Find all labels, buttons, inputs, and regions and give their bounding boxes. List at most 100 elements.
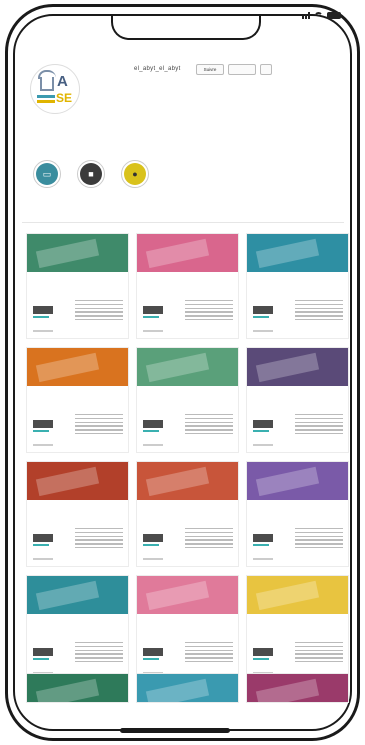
post-tile[interactable] — [136, 575, 239, 681]
profile-tabs — [22, 222, 344, 232]
post-text-lines — [295, 414, 343, 437]
post-chip-accent — [143, 430, 159, 432]
post-chip — [253, 648, 273, 656]
highlight-ring: ● — [121, 160, 149, 188]
post-tile[interactable] — [26, 575, 129, 681]
post-tile[interactable] — [136, 347, 239, 453]
post-text-lines — [75, 414, 123, 437]
post-tile[interactable] — [246, 233, 349, 339]
highlight-item[interactable]: ▭ — [30, 160, 64, 191]
highlight-item[interactable]: ■ — [74, 160, 108, 191]
monitor-icon: ▭ — [36, 163, 58, 185]
post-tile[interactable] — [136, 673, 239, 703]
posts-grid — [26, 233, 349, 681]
post-image — [27, 674, 128, 702]
profile-header: A SE el_abyt_el_abyt Suivre — [30, 58, 330, 158]
post-chip — [143, 420, 163, 428]
home-indicator[interactable] — [120, 728, 230, 733]
logo-letters-se: SE — [56, 91, 73, 105]
post-chip — [253, 420, 273, 428]
post-tile[interactable] — [246, 347, 349, 453]
post-footer — [253, 444, 273, 446]
post-footer — [143, 558, 163, 560]
post-chip — [253, 306, 273, 314]
post-text-lines — [75, 300, 123, 323]
post-text-lines — [185, 300, 233, 323]
post-text-lines — [185, 528, 233, 551]
post-chip — [253, 534, 273, 542]
highlight-item[interactable]: ● — [118, 160, 152, 191]
post-image — [137, 234, 238, 272]
post-image — [27, 462, 128, 500]
profile-avatar[interactable]: A SE — [30, 64, 80, 114]
post-chip-accent — [253, 316, 269, 318]
post-tile[interactable] — [26, 673, 129, 703]
post-footer — [33, 558, 53, 560]
post-chip-accent — [33, 316, 49, 318]
follow-button[interactable]: Suivre — [196, 64, 224, 75]
post-text-lines — [295, 642, 343, 665]
post-chip-accent — [33, 544, 49, 546]
status-bar — [302, 12, 341, 19]
post-tile[interactable] — [26, 347, 129, 453]
post-footer — [143, 330, 163, 332]
post-footer — [253, 330, 273, 332]
post-tile[interactable] — [26, 461, 129, 567]
post-image — [27, 234, 128, 272]
post-chip — [33, 306, 53, 314]
post-chip-accent — [253, 430, 269, 432]
post-tile[interactable] — [136, 233, 239, 339]
post-chip-accent — [253, 544, 269, 546]
profile-username: el_abyt_el_abyt — [134, 66, 181, 72]
post-text-lines — [295, 528, 343, 551]
post-text-lines — [185, 642, 233, 665]
post-tile[interactable] — [136, 461, 239, 567]
post-chip — [143, 648, 163, 656]
post-image — [27, 348, 128, 386]
post-chip-accent — [143, 316, 159, 318]
post-chip-accent — [253, 658, 269, 660]
post-chip — [143, 306, 163, 314]
post-chip — [33, 648, 53, 656]
battery-icon — [327, 12, 341, 19]
post-chip — [143, 534, 163, 542]
post-chip-accent — [33, 658, 49, 660]
post-image — [247, 576, 348, 614]
post-text-lines — [295, 300, 343, 323]
logo-letter-a: A — [57, 73, 68, 90]
dropdown-button[interactable] — [260, 64, 272, 75]
post-image — [247, 348, 348, 386]
post-chip-accent — [143, 544, 159, 546]
message-button[interactable] — [228, 64, 256, 75]
post-text-lines — [75, 642, 123, 665]
post-image — [247, 462, 348, 500]
post-footer — [33, 444, 53, 446]
post-tile[interactable] — [246, 575, 349, 681]
post-tile[interactable] — [26, 233, 129, 339]
post-image — [247, 674, 348, 702]
post-footer — [143, 444, 163, 446]
post-footer — [33, 330, 53, 332]
post-text-lines — [185, 414, 233, 437]
post-tile[interactable] — [246, 673, 349, 703]
post-image — [247, 234, 348, 272]
story-highlights: ▭ ■ ● — [30, 160, 180, 206]
post-chip — [33, 534, 53, 542]
highlight-ring: ■ — [77, 160, 105, 188]
house-body — [40, 77, 54, 91]
post-footer — [253, 558, 273, 560]
post-chip-accent — [33, 430, 49, 432]
post-image — [137, 674, 238, 702]
posts-grid-partial — [26, 673, 349, 703]
signal-icon — [302, 12, 310, 19]
highlight-ring: ▭ — [33, 160, 61, 188]
post-image — [137, 576, 238, 614]
logo-stripe — [37, 95, 55, 98]
post-image — [137, 348, 238, 386]
logo-stripe — [37, 100, 55, 103]
briefcase-icon: ■ — [80, 163, 102, 185]
phone-notch — [111, 16, 261, 40]
handshake-icon: ● — [124, 163, 146, 185]
post-tile[interactable] — [246, 461, 349, 567]
post-chip — [33, 420, 53, 428]
